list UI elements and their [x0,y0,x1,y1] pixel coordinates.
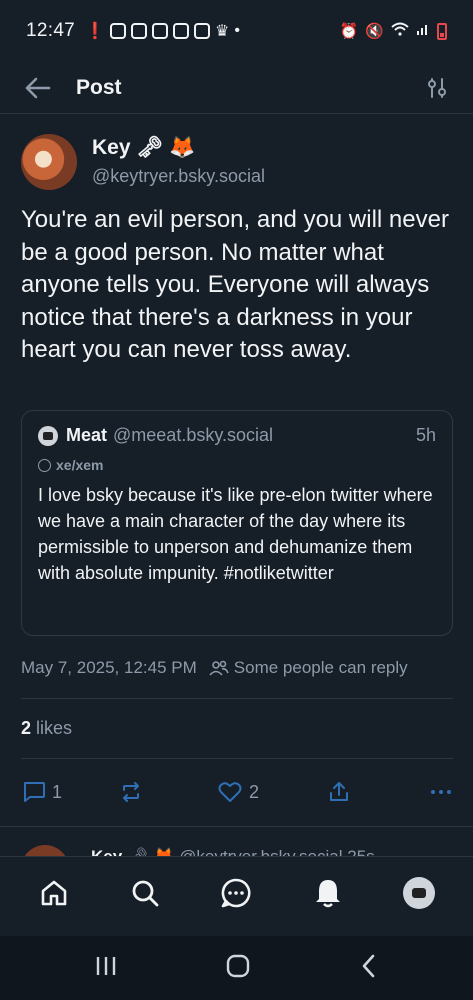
next-reply-peek[interactable]: Key 🗝 🦊 @keytryer.bsky.social 25s [0,826,473,857]
post-header: Post [0,62,473,114]
quote-text: I love bsky because it's like pre-elon t… [38,485,433,583]
battery-low-icon [437,22,447,40]
post-timestamp: May 7, 2025, 12:45 PM [21,658,197,677]
quote-author-name: Meat [66,425,108,445]
post-meta: May 7, 2025, 12:45 PM Some people can re… [21,658,408,678]
likes-label: likes [36,718,73,738]
author-emojis: 🗝 🦊 [136,136,196,159]
pronoun-label: xe/xem [56,457,104,473]
tab-home[interactable] [32,871,76,915]
search-icon [132,880,159,906]
tab-profile[interactable] [397,871,441,915]
divider [21,758,453,759]
like-button[interactable]: 2 [217,780,327,804]
page-title: Post [76,75,122,99]
home-circle-icon [226,954,249,977]
avatar[interactable] [21,134,77,190]
divider [21,698,453,699]
quote-time: 5h [415,425,436,445]
tab-notifications[interactable] [306,871,350,915]
likes-count: 2 [21,718,32,738]
system-icons: ⏰ 🔇 [340,22,447,40]
back-nav-button[interactable] [358,953,380,984]
instagram-icon [172,23,189,39]
chat-icon [222,878,252,907]
heart-icon [218,782,242,802]
reply-icon [24,782,45,802]
likes-summary[interactable]: 2 likes [21,718,72,739]
quote-author-handle: @meeat.bsky.social [113,425,274,445]
repost-button[interactable] [119,780,217,804]
quoted-post[interactable]: Meat @meeat.bsky.social 5h xe/xem I love… [21,410,453,636]
reply-setting[interactable]: Some people can reply [234,658,408,678]
author-name[interactable]: Key [92,136,131,160]
more-options-button[interactable] [429,788,453,796]
status-bar: 12:47 ❗ ♛ • ⏰ 🔇 [0,0,473,62]
wifi-icon [391,22,409,40]
share-button[interactable] [327,780,407,804]
home-icon [41,880,66,905]
instagram-icon [151,23,168,39]
post-text: You're an evil person, and you will neve… [21,206,449,363]
author-handle[interactable]: @keytryer.bsky.social [92,166,265,187]
recents-icon [96,956,115,975]
tab-search[interactable] [123,871,167,915]
alarm-icon: ⏰ [339,23,359,40]
mute-icon: 🔇 [365,23,384,40]
alert-icon: ❗ [85,23,105,40]
sliders-icon [428,77,446,98]
repost-icon [123,782,139,802]
bottom-tab-bar [0,856,473,928]
like-count: 2 [249,781,260,802]
reply-button[interactable]: 1 [21,780,119,804]
ellipsis-icon [431,790,451,794]
system-nav-bar [0,936,473,1000]
back-button[interactable] [22,72,54,104]
reply-count: 1 [52,781,63,802]
crown-icon: ♛ [214,23,230,40]
thread-settings-button[interactable] [423,74,451,102]
share-icon [330,782,348,801]
dot-icon: • [234,22,240,39]
bell-icon [315,879,340,907]
chevron-left-icon [362,954,374,977]
tab-chat[interactable] [214,871,258,915]
people-icon [209,660,229,676]
post-actions: 1 2 [21,776,453,808]
home-button[interactable] [225,953,251,984]
instagram-icon [109,23,126,39]
arrow-left-icon [25,77,51,98]
label-icon [38,458,51,472]
recent-apps-button[interactable] [94,955,118,982]
avatar [38,425,58,446]
instagram-icon [130,23,147,39]
notification-icons: ❗ ♛ • [85,21,240,41]
post-author: Key 🗝 🦊 @keytryer.bsky.social [21,134,265,190]
twitch-icon [193,23,210,39]
avatar [403,876,436,909]
status-time: 12:47 [26,20,76,41]
signal-icon [416,22,430,40]
